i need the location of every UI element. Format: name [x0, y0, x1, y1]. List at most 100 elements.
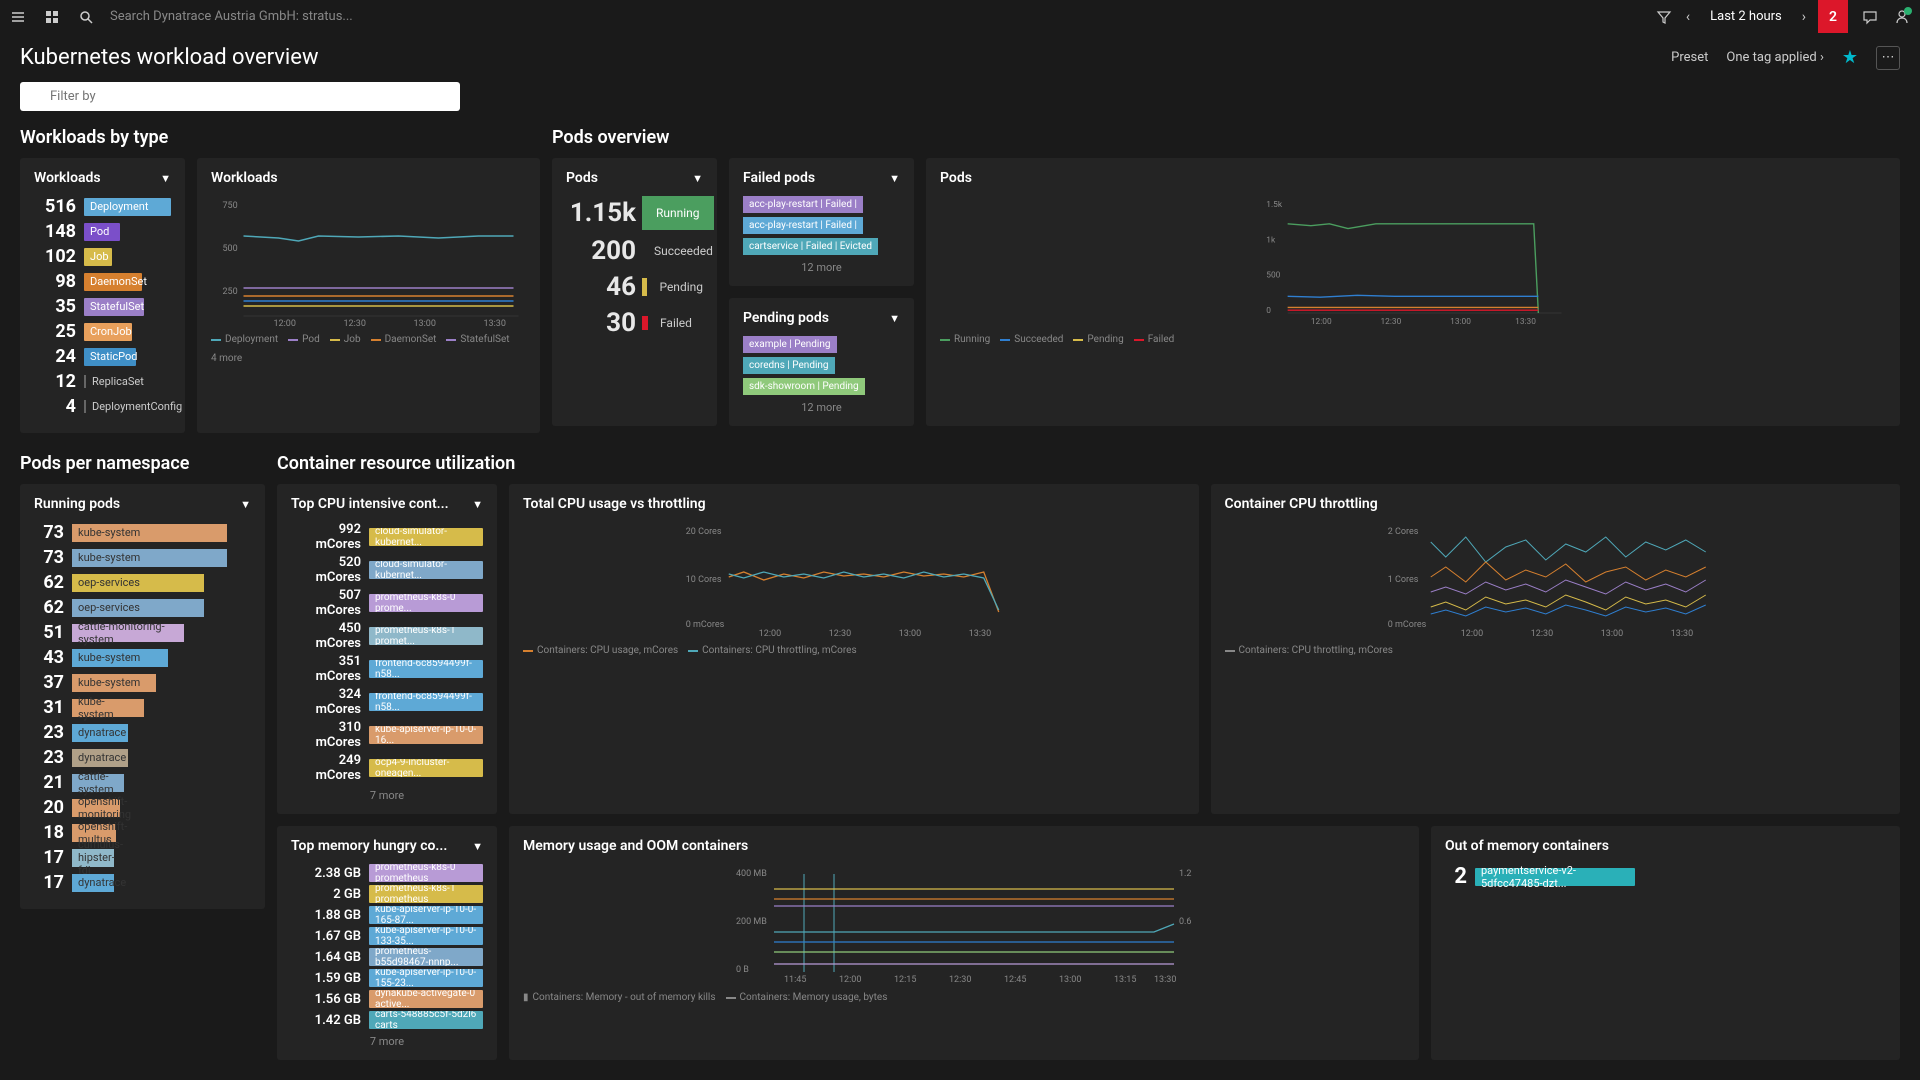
- filter-icon[interactable]: ▼: [889, 312, 900, 325]
- legend-item[interactable]: Failed: [1134, 334, 1175, 345]
- workload-type-row[interactable]: 12ReplicaSet: [34, 371, 171, 392]
- workload-type-row[interactable]: 102Job: [34, 246, 171, 267]
- namespace-row[interactable]: 73kube-system: [34, 547, 251, 568]
- workloads-chart-title: Workloads: [211, 170, 278, 186]
- resource-row[interactable]: 324 mCoresfrontend-6c8594499f-n58...: [291, 687, 483, 717]
- namespace-row[interactable]: 37kube-system: [34, 672, 251, 693]
- resource-row[interactable]: 450 mCoresprometheus-k8s-1 promet...: [291, 621, 483, 651]
- filter-icon[interactable]: ▼: [160, 172, 171, 185]
- filter-icon[interactable]: ▼: [240, 498, 251, 511]
- failed-more[interactable]: 12 more: [743, 261, 900, 274]
- workload-type-row[interactable]: 98DaemonSet: [34, 271, 171, 292]
- namespace-row[interactable]: 20openshift-monitoring: [34, 797, 251, 818]
- namespace-row[interactable]: 51cattle-monitoring-system: [34, 622, 251, 643]
- pod-status-row[interactable]: 46Pending: [566, 272, 703, 302]
- user-icon[interactable]: [1892, 7, 1912, 27]
- more-button[interactable]: ⋯: [1876, 46, 1900, 70]
- pod-status-row[interactable]: 30Failed: [566, 308, 703, 338]
- chat-icon[interactable]: [1860, 7, 1880, 27]
- resource-row[interactable]: 2 GBprometheus-k8s-1 prometheus: [291, 885, 483, 903]
- svg-text:12:00: 12:00: [1460, 629, 1482, 637]
- legend-item[interactable]: Pod: [288, 334, 320, 345]
- resource-row[interactable]: 1.56 GBdynakube-activegate-0 active...: [291, 990, 483, 1008]
- filter-input[interactable]: [20, 82, 460, 111]
- resource-row[interactable]: 520 mCorescloud-simulator-kubernet...: [291, 555, 483, 585]
- global-search-placeholder[interactable]: Search Dynatrace Austria GmbH: stratus..…: [110, 9, 353, 24]
- time-prev-icon[interactable]: ‹: [1686, 9, 1690, 25]
- filter-icon[interactable]: ▼: [889, 172, 900, 185]
- namespace-row[interactable]: 73kube-system: [34, 522, 251, 543]
- oom-item[interactable]: paymentservice-v2-5dfcc47485-dzt...: [1475, 868, 1635, 886]
- svg-text:12:00: 12:00: [1311, 317, 1332, 326]
- legend-item[interactable]: DaemonSet: [371, 334, 437, 345]
- namespace-row[interactable]: 62oep-services: [34, 572, 251, 593]
- resource-row[interactable]: 1.67 GBkube-apiserver-ip-10-0-133-35...: [291, 927, 483, 945]
- pending-more[interactable]: 12 more: [743, 401, 900, 414]
- workload-type-row[interactable]: 4DeploymentConfig: [34, 396, 171, 417]
- filter-icon[interactable]: ▼: [472, 498, 483, 511]
- filter-icon[interactable]: [1654, 7, 1674, 27]
- top-cpu-more[interactable]: 7 more: [291, 789, 483, 802]
- svg-text:12:30: 12:30: [829, 629, 851, 637]
- resource-row[interactable]: 310 mCoreskube-apiserver-ip-10-0-16...: [291, 720, 483, 750]
- legend-item[interactable]: Succeeded: [1000, 334, 1063, 345]
- namespace-row[interactable]: 21cattle-system: [34, 772, 251, 793]
- resource-row[interactable]: 992 mCorescloud-simulator-kubernet...: [291, 522, 483, 552]
- resource-row[interactable]: 1.59 GBkube-apiserver-ip-10-0-155-23...: [291, 969, 483, 987]
- section-workloads-by-type: Workloads by type: [20, 127, 540, 148]
- workload-type-row[interactable]: 35StatefulSet: [34, 296, 171, 317]
- alerts-badge[interactable]: 2: [1818, 0, 1848, 33]
- resource-row[interactable]: 1.42 GBcarts-548885c5f-5d2l6 carts: [291, 1011, 483, 1029]
- legend-item[interactable]: Job: [330, 334, 361, 345]
- menu-icon[interactable]: [8, 7, 28, 27]
- resource-row[interactable]: 1.64 GBprometheus-b55d98467-nnnp...: [291, 948, 483, 966]
- workload-type-row[interactable]: 516Deployment: [34, 196, 171, 217]
- top-mem-more[interactable]: 7 more: [291, 1035, 483, 1048]
- namespace-row[interactable]: 43kube-system: [34, 647, 251, 668]
- resource-row[interactable]: 1.88 GBkube-apiserver-ip-10-0-165-87...: [291, 906, 483, 924]
- workload-type-row[interactable]: 24StaticPod: [34, 346, 171, 367]
- failed-pod-item[interactable]: acc-play-restart | Failed |: [743, 217, 863, 234]
- svg-text:250: 250: [223, 287, 238, 297]
- time-range[interactable]: Last 2 hours: [1702, 5, 1790, 28]
- svg-text:11:45: 11:45: [784, 975, 806, 984]
- namespace-row[interactable]: 17cumulus-hipster-fdi: [34, 847, 251, 868]
- total-cpu-card: Total CPU usage vs throttling 20 Cores 1…: [509, 484, 1199, 814]
- failed-pod-item[interactable]: acc-play-restart | Failed |: [743, 196, 863, 213]
- dashboard-icon[interactable]: [42, 7, 62, 27]
- time-next-icon[interactable]: ›: [1802, 9, 1806, 25]
- namespace-row[interactable]: 23dynatrace: [34, 747, 251, 768]
- pending-pod-item[interactable]: sdk-showroom | Pending: [743, 378, 865, 395]
- namespace-row[interactable]: 31kube-system: [34, 697, 251, 718]
- namespace-row[interactable]: 62oep-services: [34, 597, 251, 618]
- legend-more[interactable]: 4 more: [211, 353, 242, 364]
- legend-item[interactable]: Running: [940, 334, 990, 345]
- legend-item[interactable]: Pending: [1073, 334, 1123, 345]
- resource-row[interactable]: 2.38 GBprometheus-k8s-0 prometheus: [291, 864, 483, 882]
- svg-text:12:45: 12:45: [1004, 975, 1026, 984]
- favorite-icon[interactable]: ★: [1842, 47, 1858, 68]
- search-icon[interactable]: [76, 7, 96, 27]
- pod-status-row[interactable]: 200Succeeded: [566, 236, 703, 266]
- workload-type-row[interactable]: 148Pod: [34, 221, 171, 242]
- legend-item[interactable]: StatefulSet: [446, 334, 509, 345]
- filter-icon[interactable]: ▼: [692, 172, 703, 185]
- namespace-row[interactable]: 18openshift-multus: [34, 822, 251, 843]
- namespace-row[interactable]: 17dynatrace: [34, 872, 251, 893]
- resource-row[interactable]: 351 mCoresfrontend-6c8594499f-n58...: [291, 654, 483, 684]
- workload-type-row[interactable]: 25CronJob: [34, 321, 171, 342]
- tag-applied-link[interactable]: One tag applied ›: [1726, 50, 1823, 65]
- namespace-row[interactable]: 23dynatrace: [34, 722, 251, 743]
- svg-text:0 mCores: 0 mCores: [1387, 620, 1426, 630]
- legend-item[interactable]: Deployment: [211, 334, 278, 345]
- pending-pod-item[interactable]: coredns | Pending: [743, 357, 835, 374]
- failed-pod-item[interactable]: cartservice | Failed | Evicted: [743, 238, 878, 255]
- pod-status-row[interactable]: 1.15kRunning: [566, 196, 703, 230]
- resource-row[interactable]: 507 mCoresprometheus-k8s-0 prome...: [291, 588, 483, 618]
- filter-icon[interactable]: ▼: [472, 840, 483, 853]
- resource-row[interactable]: 249 mCoresocp4-9-incluster-oneagen...: [291, 753, 483, 783]
- svg-text:13:00: 13:00: [1600, 629, 1622, 637]
- workloads-chart: 750 500 250 12:00 12:30 13:00: [211, 196, 526, 326]
- pending-pod-item[interactable]: example | Pending: [743, 336, 837, 353]
- preset-link[interactable]: Preset: [1671, 50, 1708, 65]
